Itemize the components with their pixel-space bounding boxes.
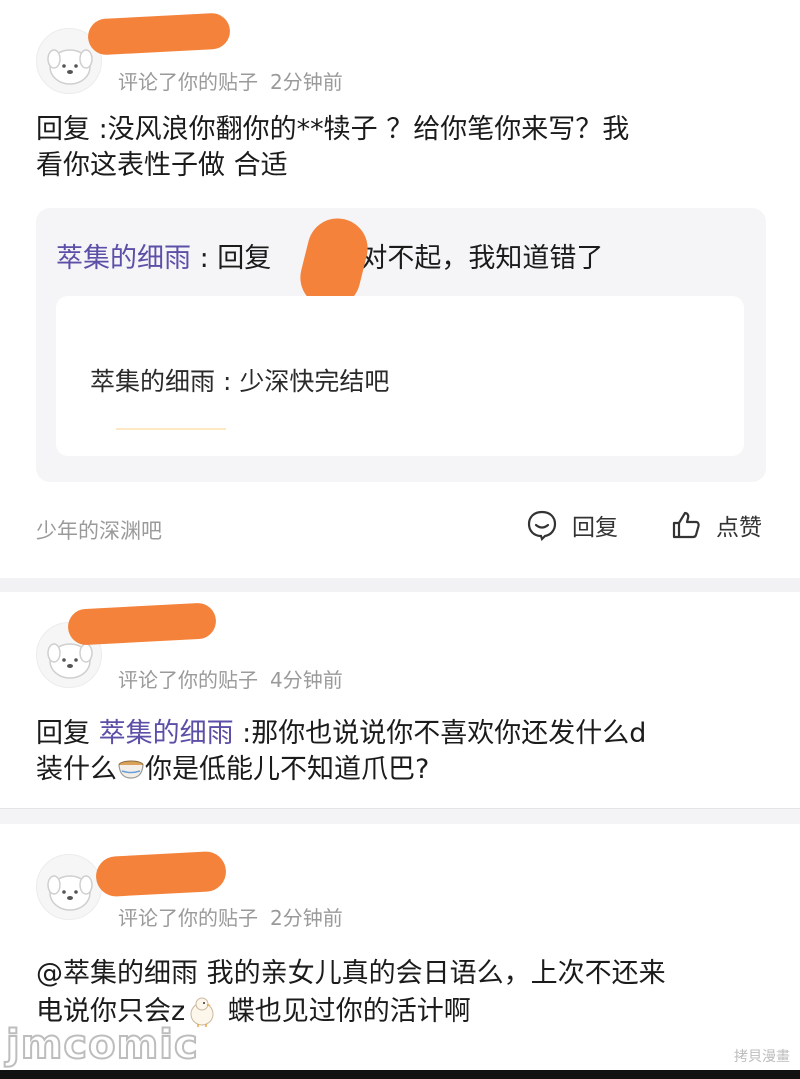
reply-button[interactable]: 回复 [526, 508, 618, 542]
comment-body-line-1: 回复 萃集的细雨 :那你也说说你不喜欢你还发什么d [36, 716, 766, 752]
meta-action: 评论了你的贴子 [118, 668, 258, 692]
comment-body-line-2: 看你这表性子做 合适 [36, 150, 288, 181]
quoted-username[interactable]: 萃集的细雨 [56, 243, 191, 274]
quoted-reply-box[interactable]: 萃集的细雨 : 回复 :对不起，我知道错了 萃集的细雨 : 少深快完结吧 [36, 208, 766, 482]
watermark-logo: jmcomic [5, 1021, 199, 1069]
redacted-username [95, 850, 227, 898]
reply-prefix: 回复 [36, 718, 99, 749]
comment-body-line-2: 装什么 你是低能儿不知道爪巴? [36, 752, 766, 788]
comment-body-rest: :那你也说说你不喜欢你还发什么d [233, 718, 647, 749]
comment-body-text: 装什么 [36, 754, 117, 785]
meta-time: 2分钟前 [270, 70, 343, 94]
comment-body: 回复 萃集的细雨 :那你也说说你不喜欢你还发什么d 装什么 你是低能儿不知道爪巴… [36, 716, 766, 788]
nested-quote-body: : 少深快完结吧 [215, 367, 390, 396]
meta-action: 评论了你的贴子 [118, 906, 258, 930]
mention-link[interactable]: 萃集的细雨 [99, 718, 234, 749]
comment-meta: 评论了你的贴子 4分钟前 [118, 664, 343, 693]
quoted-reply-text: :对不起，我知道错了 [351, 243, 604, 274]
forum-name[interactable]: 少年的深渊吧 [36, 515, 162, 545]
comment-meta: 评论了你的贴子 2分钟前 [118, 66, 343, 95]
nested-quote: 萃集的细雨 : 少深快完结吧 [56, 296, 744, 456]
dog-avatar-icon [47, 875, 93, 911]
watermark-tag: 拷貝漫畫 [734, 1049, 790, 1065]
nested-quote-user: 萃集的细雨 [90, 367, 216, 396]
meta-time: 4分钟前 [270, 668, 343, 692]
comment-card-2: 评论了你的贴子 4分钟前 回复 萃集的细雨 :那你也说说你不喜欢你还发什么d 装什… [0, 592, 800, 808]
redacted-username [67, 602, 217, 646]
nested-quote-text: 萃集的细雨 : 少深快完结吧 [90, 362, 389, 398]
comment-body-line-1: @萃集的细雨 我的亲女儿真的会日语么，上次不还来 [36, 958, 666, 989]
separator [0, 578, 800, 592]
meta-action: 评论了你的贴子 [118, 70, 258, 94]
comment-body-line-1: 回复 :没风浪你翻你的**犊子 ？给你笔你来写？我 [36, 114, 630, 145]
divider [116, 428, 226, 430]
dog-avatar[interactable] [36, 854, 102, 920]
comment-card-1: 评论了你的贴子 2分钟前 回复 :没风浪你翻你的**犊子 ？给你笔你来写？我 看你… [0, 0, 800, 578]
quoted-reply-prefix: : 回复 [191, 243, 272, 274]
reply-label: 回复 [572, 515, 618, 541]
thumbs-up-icon [672, 511, 700, 539]
redacted-username [87, 12, 231, 56]
comment-body: 回复 :没风浪你翻你的**犊子 ？给你笔你来写？我 看你这表性子做 合适 [36, 112, 766, 184]
comment-body-text: 蝶也见过你的活计啊 [219, 996, 471, 1027]
like-button[interactable]: 点赞 [670, 508, 762, 542]
like-label: 点赞 [716, 515, 762, 541]
tea-cup-emoji-icon [118, 760, 144, 779]
comment-body-text: 你是低能儿不知道爪巴? [145, 754, 430, 785]
comment-meta: 评论了你的贴子 2分钟前 [118, 902, 343, 931]
separator [0, 808, 800, 824]
comment-bubble-icon [527, 510, 557, 541]
comment-body: @萃集的细雨 我的亲女儿真的会日语么，上次不还来 电说你只会z 蝶也见过你的活计… [36, 956, 766, 1030]
bottom-bar [0, 1070, 800, 1079]
meta-time: 2分钟前 [270, 906, 343, 930]
